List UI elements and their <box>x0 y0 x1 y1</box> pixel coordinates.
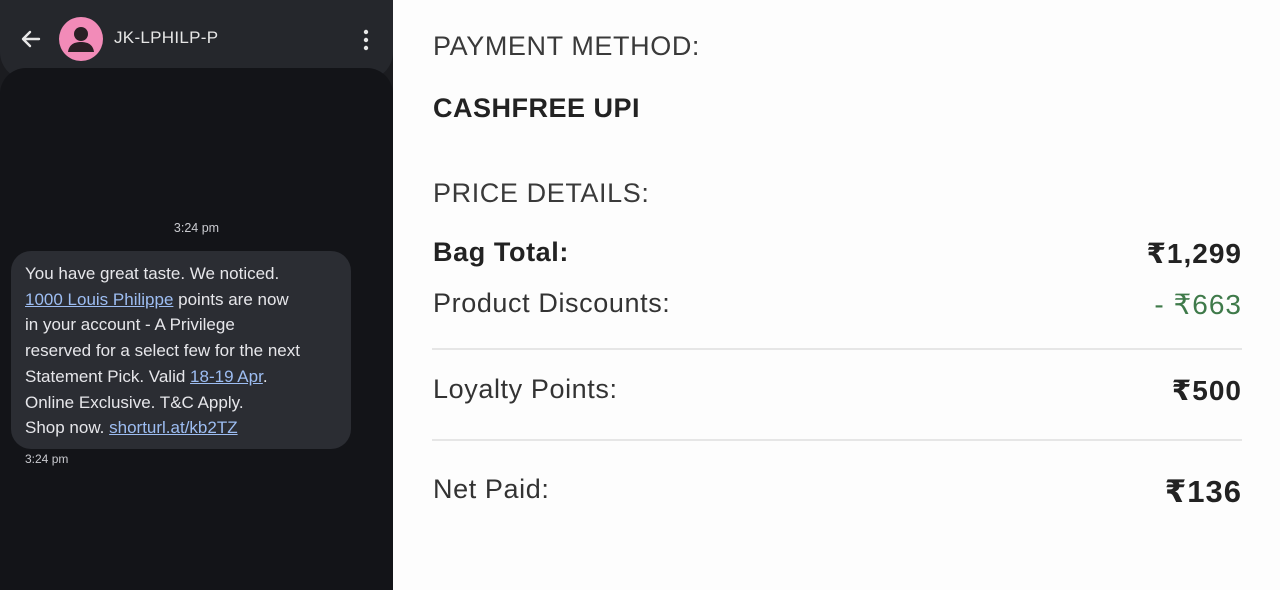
message-line: in your account - A Privilege <box>25 315 235 335</box>
message-line: 1000 Louis Philippe points are now <box>25 287 337 313</box>
back-arrow-icon[interactable] <box>18 26 44 52</box>
avatar[interactable] <box>59 17 103 61</box>
loyalty-points-row: Loyalty Points: ₹500 <box>433 374 1242 414</box>
loyalty-points-value: ₹500 <box>1171 375 1242 406</box>
points-link[interactable]: 1000 Louis Philippe <box>25 290 173 309</box>
net-paid-label: Net Paid: <box>433 474 550 504</box>
person-icon <box>68 27 94 52</box>
order-summary-panel: PAYMENT METHOD: CASHFREE UPI PRICE DETAI… <box>393 0 1280 590</box>
message-line: Statement Pick. Valid 18-19 Apr. <box>25 364 337 390</box>
more-vert-icon[interactable] <box>358 27 374 53</box>
message-line: You have great taste. We noticed. <box>25 264 280 283</box>
contact-name[interactable]: JK-LPHILP-P <box>114 28 218 48</box>
date-link[interactable]: 18-19 Apr <box>190 367 263 386</box>
bag-total-row: Bag Total: ₹1,299 <box>433 237 1242 277</box>
sms-conversation-screen: JK-LPHILP-P 3:24 pm You have great taste… <box>0 0 393 590</box>
price-details-title: PRICE DETAILS: <box>433 178 650 208</box>
divider <box>432 439 1242 441</box>
payment-method-value: CASHFREE UPI <box>433 93 641 123</box>
message-line: reserved for a select few for the next <box>25 341 300 361</box>
message-line: Online Exclusive. T&C Apply. <box>25 392 244 412</box>
message-bubble[interactable]: You have great taste. We noticed. 1000 L… <box>11 251 351 449</box>
product-discounts-label: Product Discounts: <box>433 288 671 318</box>
message-text: points are now <box>173 289 289 309</box>
bag-total-label: Bag Total: <box>433 237 569 267</box>
message-text: . <box>262 366 268 386</box>
product-discounts-value: - ₹663 <box>1154 289 1242 320</box>
message-line: Shop now. shorturl.at/kb2TZ <box>25 415 337 441</box>
bag-total-value: ₹1,299 <box>1146 238 1242 269</box>
net-paid-row: Net Paid: ₹136 <box>433 474 1242 514</box>
message-timestamp-header: 3:24 pm <box>173 221 220 235</box>
message-timestamp: 3:24 pm <box>25 452 69 466</box>
divider <box>432 348 1242 350</box>
loyalty-points-label: Loyalty Points: <box>433 374 618 404</box>
product-discounts-row: Product Discounts: - ₹663 <box>433 288 1242 328</box>
short-url-link[interactable]: shorturl.at/kb2TZ <box>109 418 238 437</box>
payment-method-title: PAYMENT METHOD: <box>433 31 701 61</box>
net-paid-value: ₹136 <box>1164 474 1242 509</box>
message-text: Shop now. <box>25 418 110 438</box>
message-text: Statement Pick. Valid <box>25 366 191 386</box>
